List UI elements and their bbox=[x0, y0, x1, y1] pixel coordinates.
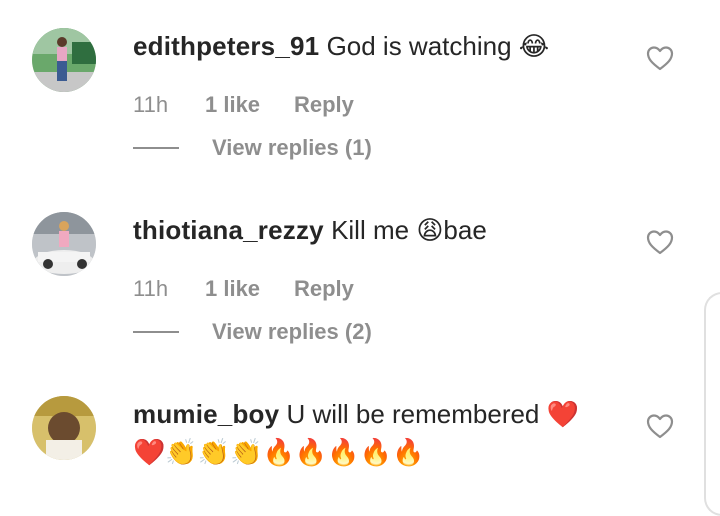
avatar-image bbox=[32, 396, 96, 460]
timestamp: 11h bbox=[133, 276, 169, 301]
like-count[interactable]: 1 like bbox=[205, 92, 294, 118]
reply-button[interactable]: Reply bbox=[294, 276, 354, 302]
avatar-edithpeters[interactable] bbox=[32, 28, 96, 92]
username[interactable]: mumie_boy bbox=[133, 399, 279, 429]
laughing-emoji: 😂 bbox=[518, 31, 550, 61]
heart-outline-icon[interactable] bbox=[646, 413, 674, 439]
weary-face-emoji: 😩 bbox=[416, 215, 444, 245]
view-replies-row[interactable]: View replies (2) bbox=[133, 319, 372, 345]
reply-button[interactable]: Reply bbox=[294, 92, 354, 118]
comment-text-after: bae bbox=[443, 215, 487, 245]
emoji-line: ❤️👏👏👏🔥🔥🔥🔥🔥 bbox=[133, 437, 425, 467]
comment-text: God is watching bbox=[326, 31, 512, 61]
comment-meta: 11h 1 like Reply bbox=[133, 276, 354, 302]
red-heart-emoji: ❤️ bbox=[546, 399, 580, 429]
divider-line bbox=[133, 147, 179, 149]
timestamp: 11h bbox=[133, 92, 169, 117]
view-replies-link[interactable]: View replies (2) bbox=[212, 319, 372, 345]
avatar-image bbox=[32, 212, 96, 276]
comment-text: Kill me bbox=[331, 215, 410, 245]
heart-outline-icon[interactable] bbox=[646, 229, 674, 255]
avatar-image bbox=[32, 28, 96, 92]
comment-body: mumie_boy U will be remembered ❤️ bbox=[133, 398, 579, 430]
avatar-mumie[interactable] bbox=[32, 396, 96, 460]
comment-body: edithpeters_91 God is watching 😂 bbox=[133, 30, 549, 62]
view-replies-link[interactable]: View replies (1) bbox=[212, 135, 372, 161]
divider-line bbox=[133, 331, 179, 333]
username[interactable]: thiotiana_rezzy bbox=[133, 215, 324, 245]
username[interactable]: edithpeters_91 bbox=[133, 31, 319, 61]
scroll-edge-handle[interactable] bbox=[704, 292, 720, 516]
heart-outline-icon[interactable] bbox=[646, 45, 674, 71]
comment-text: U will be remembered bbox=[286, 399, 540, 429]
view-replies-row[interactable]: View replies (1) bbox=[133, 135, 372, 161]
avatar-thiotiana[interactable] bbox=[32, 212, 96, 276]
comment-body: thiotiana_rezzy Kill me 😩bae bbox=[133, 214, 487, 246]
comment-meta: 11h 1 like Reply bbox=[133, 92, 354, 118]
like-count[interactable]: 1 like bbox=[205, 276, 294, 302]
